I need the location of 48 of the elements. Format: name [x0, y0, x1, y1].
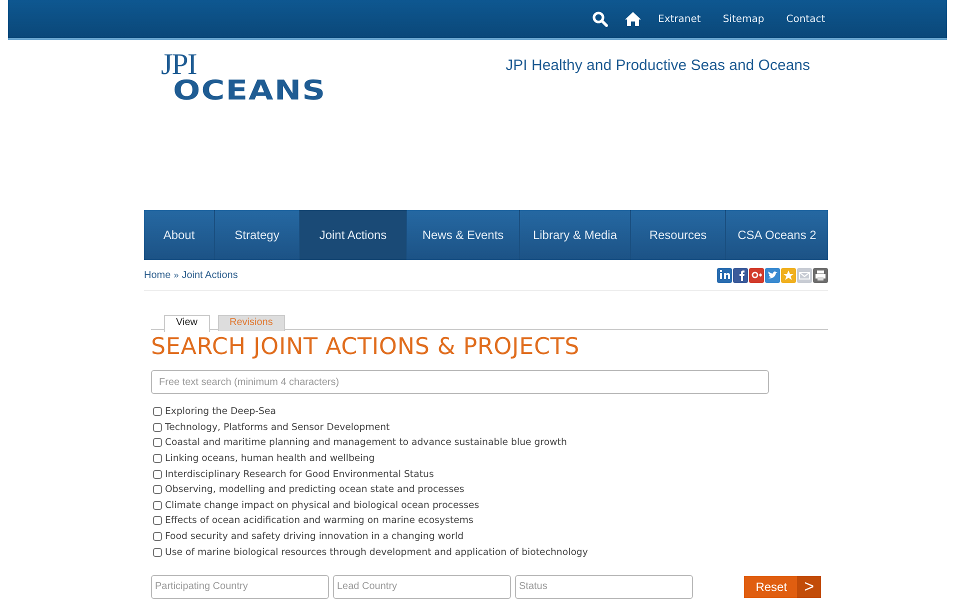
checkbox[interactable]	[153, 470, 162, 479]
page-heading: SEARCH JOINT ACTIONS & PROJECTS	[151, 334, 581, 360]
checkbox[interactable]	[153, 532, 162, 542]
breadcrumb-link[interactable]: Joint Actions	[182, 270, 238, 280]
top-link[interactable]: Extranet	[658, 14, 701, 24]
checkbox[interactable]	[153, 516, 162, 526]
checkbox-label: Interdisciplinary Research for Good Environmental Status	[165, 468, 434, 480]
search-field[interactable]: Free text search (minimum 4 characters)	[151, 370, 769, 394]
nav-tab[interactable]: Resources	[631, 210, 726, 260]
filter-field[interactable]: Participating Country	[151, 574, 329, 599]
checkbox[interactable]	[153, 454, 162, 464]
print-icon[interactable]	[813, 268, 828, 282]
checkbox-label: Coastal and maritime planning and management to advance sustainable blue growth	[165, 437, 567, 448]
checkbox[interactable]	[153, 548, 162, 557]
nav-tab[interactable]: About	[144, 210, 215, 260]
checkbox[interactable]	[153, 485, 162, 494]
nav-tab[interactable]: Library & Media	[520, 210, 631, 260]
googleplus-icon[interactable]	[749, 268, 764, 282]
linkedin-icon[interactable]	[717, 268, 732, 282]
top-link[interactable]: Sitemap	[722, 14, 764, 24]
checkbox-label: Climate change impact on physical and biological ocean processes	[165, 500, 480, 511]
twitter-icon[interactable]	[765, 268, 780, 282]
star-icon[interactable]	[781, 268, 796, 282]
nav-tab[interactable]: News & Events	[407, 210, 520, 260]
top-link[interactable]: Contact	[786, 14, 826, 24]
checkbox[interactable]	[153, 422, 162, 432]
tab[interactable]: View	[164, 315, 210, 332]
search-icon[interactable]	[592, 11, 608, 27]
checkbox-label: Linking oceans, human health and wellbeing	[165, 453, 375, 464]
tagline: JPI Healthy and Productive Seas and Oceans	[506, 56, 810, 76]
checkbox[interactable]	[153, 407, 162, 416]
nav-tab[interactable]: CSA Oceans 2	[726, 210, 828, 260]
facebook-icon[interactable]	[733, 268, 748, 282]
filter-field[interactable]: Lead Country	[333, 574, 511, 599]
breadcrumb-link[interactable]: Home	[144, 270, 171, 280]
checkbox-label: Effects of ocean acidification and warming on marine ecosystems	[165, 515, 474, 526]
checkbox-label: Observing, modelling and predicting ocean state and processes	[165, 484, 464, 496]
checkbox-label: Use of marine biological resources through development and application of biotechnology	[165, 546, 588, 558]
checkbox-label: Food security and safety driving innovation in a changing world	[165, 531, 464, 542]
reset-button[interactable]: Reset >	[744, 576, 821, 598]
home-icon[interactable]	[624, 11, 642, 27]
breadcrumb-separator: »	[174, 270, 179, 280]
checkbox-label: Technology, Platforms and Sensor Development	[165, 422, 390, 433]
nav-tab[interactable]: Joint Actions	[300, 210, 407, 260]
checkbox[interactable]	[153, 438, 162, 448]
checkbox-label: Exploring the Deep-Sea	[165, 406, 276, 418]
filter-field[interactable]: Status	[515, 574, 693, 599]
checkbox[interactable]	[153, 500, 162, 510]
